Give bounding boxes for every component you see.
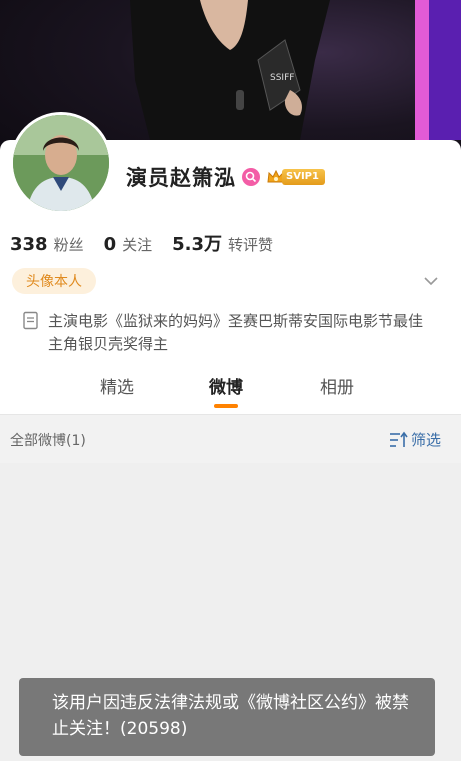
active-tab-indicator: [214, 404, 238, 408]
document-icon: [23, 311, 38, 330]
tab-weibo[interactable]: 微博: [209, 373, 243, 398]
stat-number: 0: [103, 234, 117, 255]
filter-icon: [390, 431, 408, 447]
svip-badge[interactable]: SVIP1: [266, 168, 325, 186]
verified-badge-icon[interactable]: [242, 168, 260, 186]
name-row: 演员赵箫泓 SVIP1: [126, 163, 325, 191]
svg-text:SSIFF: SSIFF: [270, 73, 294, 83]
stat-label: 转评赞: [228, 236, 274, 254]
tab-featured[interactable]: 精选: [100, 373, 134, 398]
stat-label: 关注: [122, 236, 153, 254]
stat-following[interactable]: 0 关注: [104, 234, 153, 255]
filter-button[interactable]: 筛选: [389, 429, 441, 450]
profile-name: 演员赵箫泓: [126, 166, 236, 190]
svip-label: SVIP1: [282, 169, 325, 185]
toast-text: 该用户因违反法律法规或《微博社区公约》被禁止关注！(20598): [52, 693, 409, 739]
stat-number: 5.3万: [172, 234, 223, 255]
toast-message: 该用户因违反法律法规或《微博社区公约》被禁止关注！(20598): [19, 678, 435, 756]
bio-text: 主演电影《监狱来的妈妈》圣赛巴斯蒂安国际电影节最佳主角银贝壳奖得主: [48, 312, 424, 353]
tab-album[interactable]: 相册: [320, 373, 354, 398]
stat-interactions[interactable]: 5.3万 转评赞: [172, 230, 273, 256]
chevron-down-icon[interactable]: [422, 272, 440, 290]
stat-number: 338: [10, 234, 48, 255]
avatar-verified-tag[interactable]: 头像本人: [12, 268, 96, 294]
stat-fans[interactable]: 338 粉丝: [10, 234, 84, 255]
bio: 主演电影《监狱来的妈妈》圣赛巴斯蒂安国际电影节最佳主角银贝壳奖得主: [22, 310, 432, 356]
stats-row: 338 粉丝 0 关注 5.3万 转评赞: [10, 230, 293, 256]
stat-label: 粉丝: [53, 236, 84, 254]
all-posts-count[interactable]: 全部微博(1): [10, 430, 86, 450]
avatar[interactable]: [10, 112, 112, 214]
filter-label: 筛选: [411, 431, 442, 449]
